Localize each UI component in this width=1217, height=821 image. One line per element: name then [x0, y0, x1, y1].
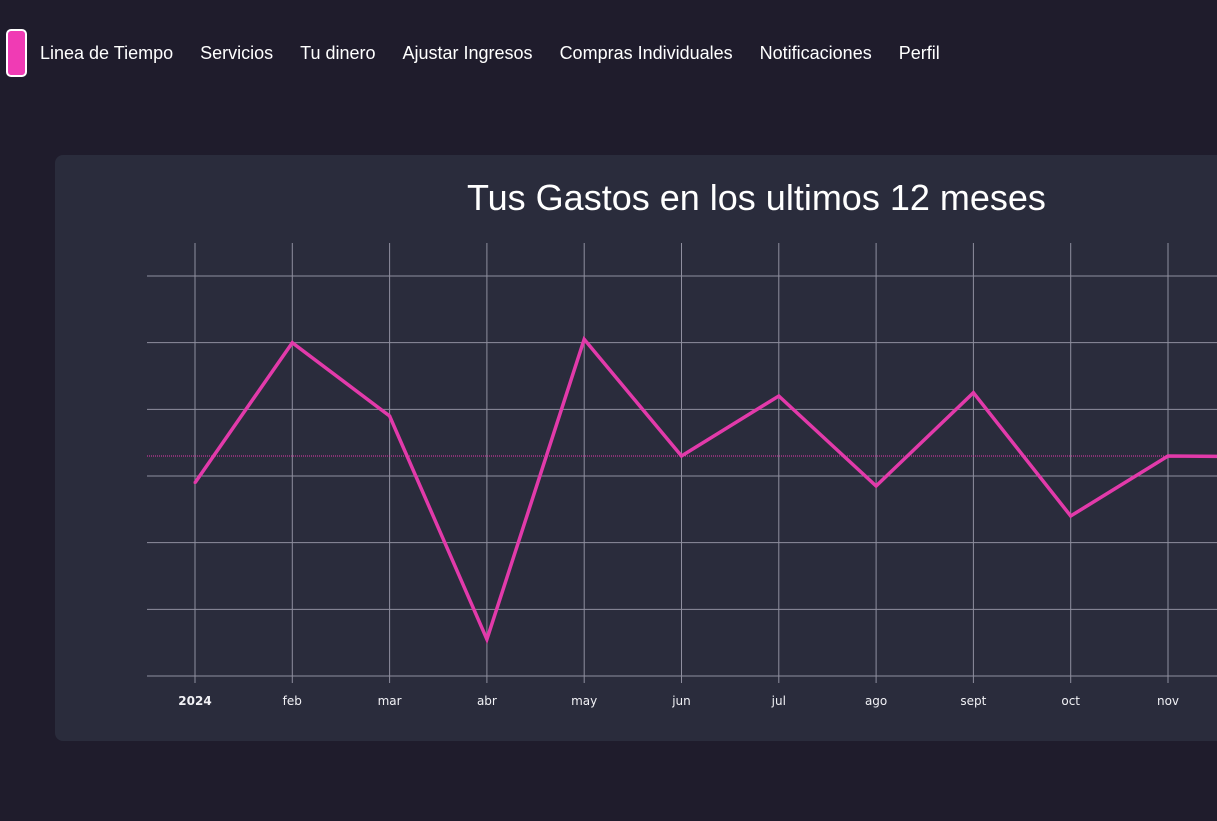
- data-point-may: [582, 337, 586, 341]
- data-point-sept: [971, 391, 975, 395]
- expenses-line-chart: 2024 feb mar abr may jun jul ago sept oct nov: [147, 243, 1217, 708]
- x-tick-label-jun: jun: [671, 694, 691, 708]
- x-tick-label-jul: jul: [771, 694, 786, 708]
- x-tick-label-2024: 2024: [178, 694, 211, 708]
- data-point-jul: [777, 394, 781, 398]
- data-point-abr: [485, 637, 489, 641]
- x-tick-label-may: may: [571, 694, 597, 708]
- x-tick-label-nov: nov: [1157, 694, 1179, 708]
- data-point-feb: [290, 341, 294, 345]
- data-point-oct: [1069, 514, 1073, 518]
- data-point-2024: [193, 481, 197, 485]
- x-tick-label-mar: mar: [378, 694, 402, 708]
- x-tick-label-abr: abr: [477, 694, 497, 708]
- x-tick-label-oct: oct: [1061, 694, 1080, 708]
- series-line: [193, 335, 1217, 645]
- data-point-jun: [680, 454, 683, 458]
- data-point-ago: [874, 484, 878, 488]
- x-tick-label-sept: sept: [960, 694, 986, 708]
- data-point-nov: [1166, 454, 1170, 458]
- data-point-mar: [388, 414, 392, 418]
- x-tick-label-feb: feb: [283, 694, 302, 708]
- x-tick-label-ago: ago: [865, 694, 887, 708]
